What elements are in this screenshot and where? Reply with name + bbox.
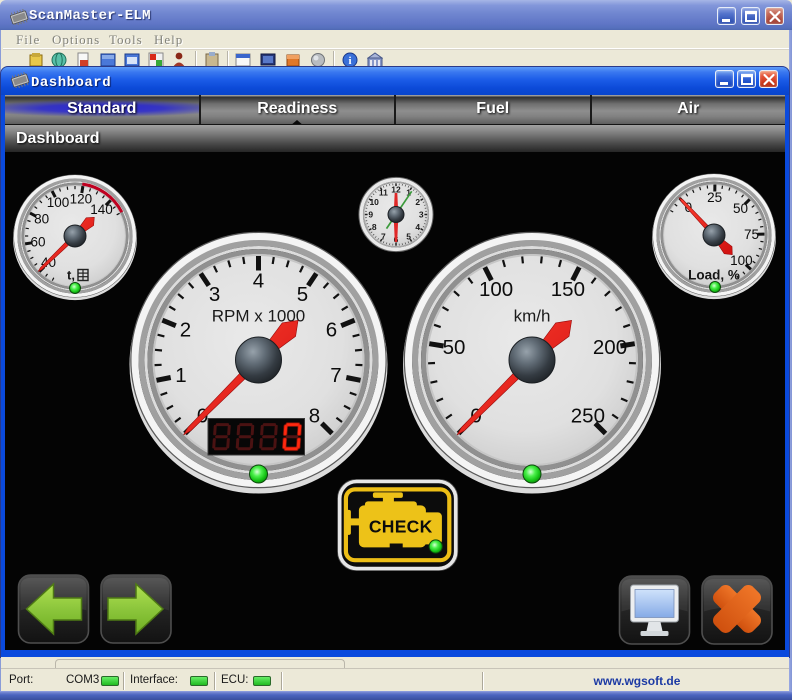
- svg-text:100: 100: [47, 195, 70, 210]
- svg-text:140: 140: [90, 202, 113, 217]
- svg-text:6: 6: [326, 318, 337, 341]
- svg-text:Load, %: Load, %: [688, 268, 740, 283]
- svg-text:250: 250: [571, 404, 605, 427]
- svg-text:i: i: [348, 55, 351, 67]
- svg-text:10: 10: [369, 197, 379, 207]
- svg-text:11: 11: [379, 188, 388, 198]
- svg-text:60: 60: [30, 234, 45, 249]
- svg-text:7: 7: [381, 231, 386, 241]
- svg-text:3: 3: [209, 283, 220, 306]
- svg-text:50: 50: [733, 201, 748, 216]
- svg-text:2: 2: [180, 318, 191, 341]
- svg-text:t,: t,: [67, 268, 75, 283]
- svg-text:5: 5: [406, 231, 411, 241]
- svg-text:1: 1: [175, 364, 186, 387]
- svg-text:8: 8: [372, 222, 377, 232]
- svg-text:8: 8: [309, 404, 320, 427]
- svg-text:100: 100: [479, 278, 513, 301]
- svg-text:75: 75: [744, 227, 759, 242]
- svg-text:7: 7: [330, 364, 341, 387]
- svg-text:25: 25: [707, 190, 722, 205]
- svg-text:4: 4: [253, 270, 264, 293]
- svg-text:4: 4: [415, 222, 420, 232]
- svg-text:200: 200: [593, 336, 627, 359]
- svg-text:CHECK: CHECK: [369, 517, 433, 537]
- svg-text:150: 150: [551, 278, 585, 301]
- svg-text:2: 2: [415, 197, 420, 207]
- svg-text:12: 12: [391, 184, 401, 194]
- svg-text:100: 100: [730, 253, 753, 268]
- svg-text:3: 3: [419, 210, 424, 220]
- svg-text:80: 80: [34, 212, 49, 227]
- svg-text:9: 9: [368, 210, 373, 220]
- svg-text:120: 120: [70, 192, 93, 207]
- svg-text:km/h: km/h: [514, 307, 551, 326]
- svg-text:50: 50: [443, 336, 466, 359]
- svg-text:5: 5: [297, 283, 308, 306]
